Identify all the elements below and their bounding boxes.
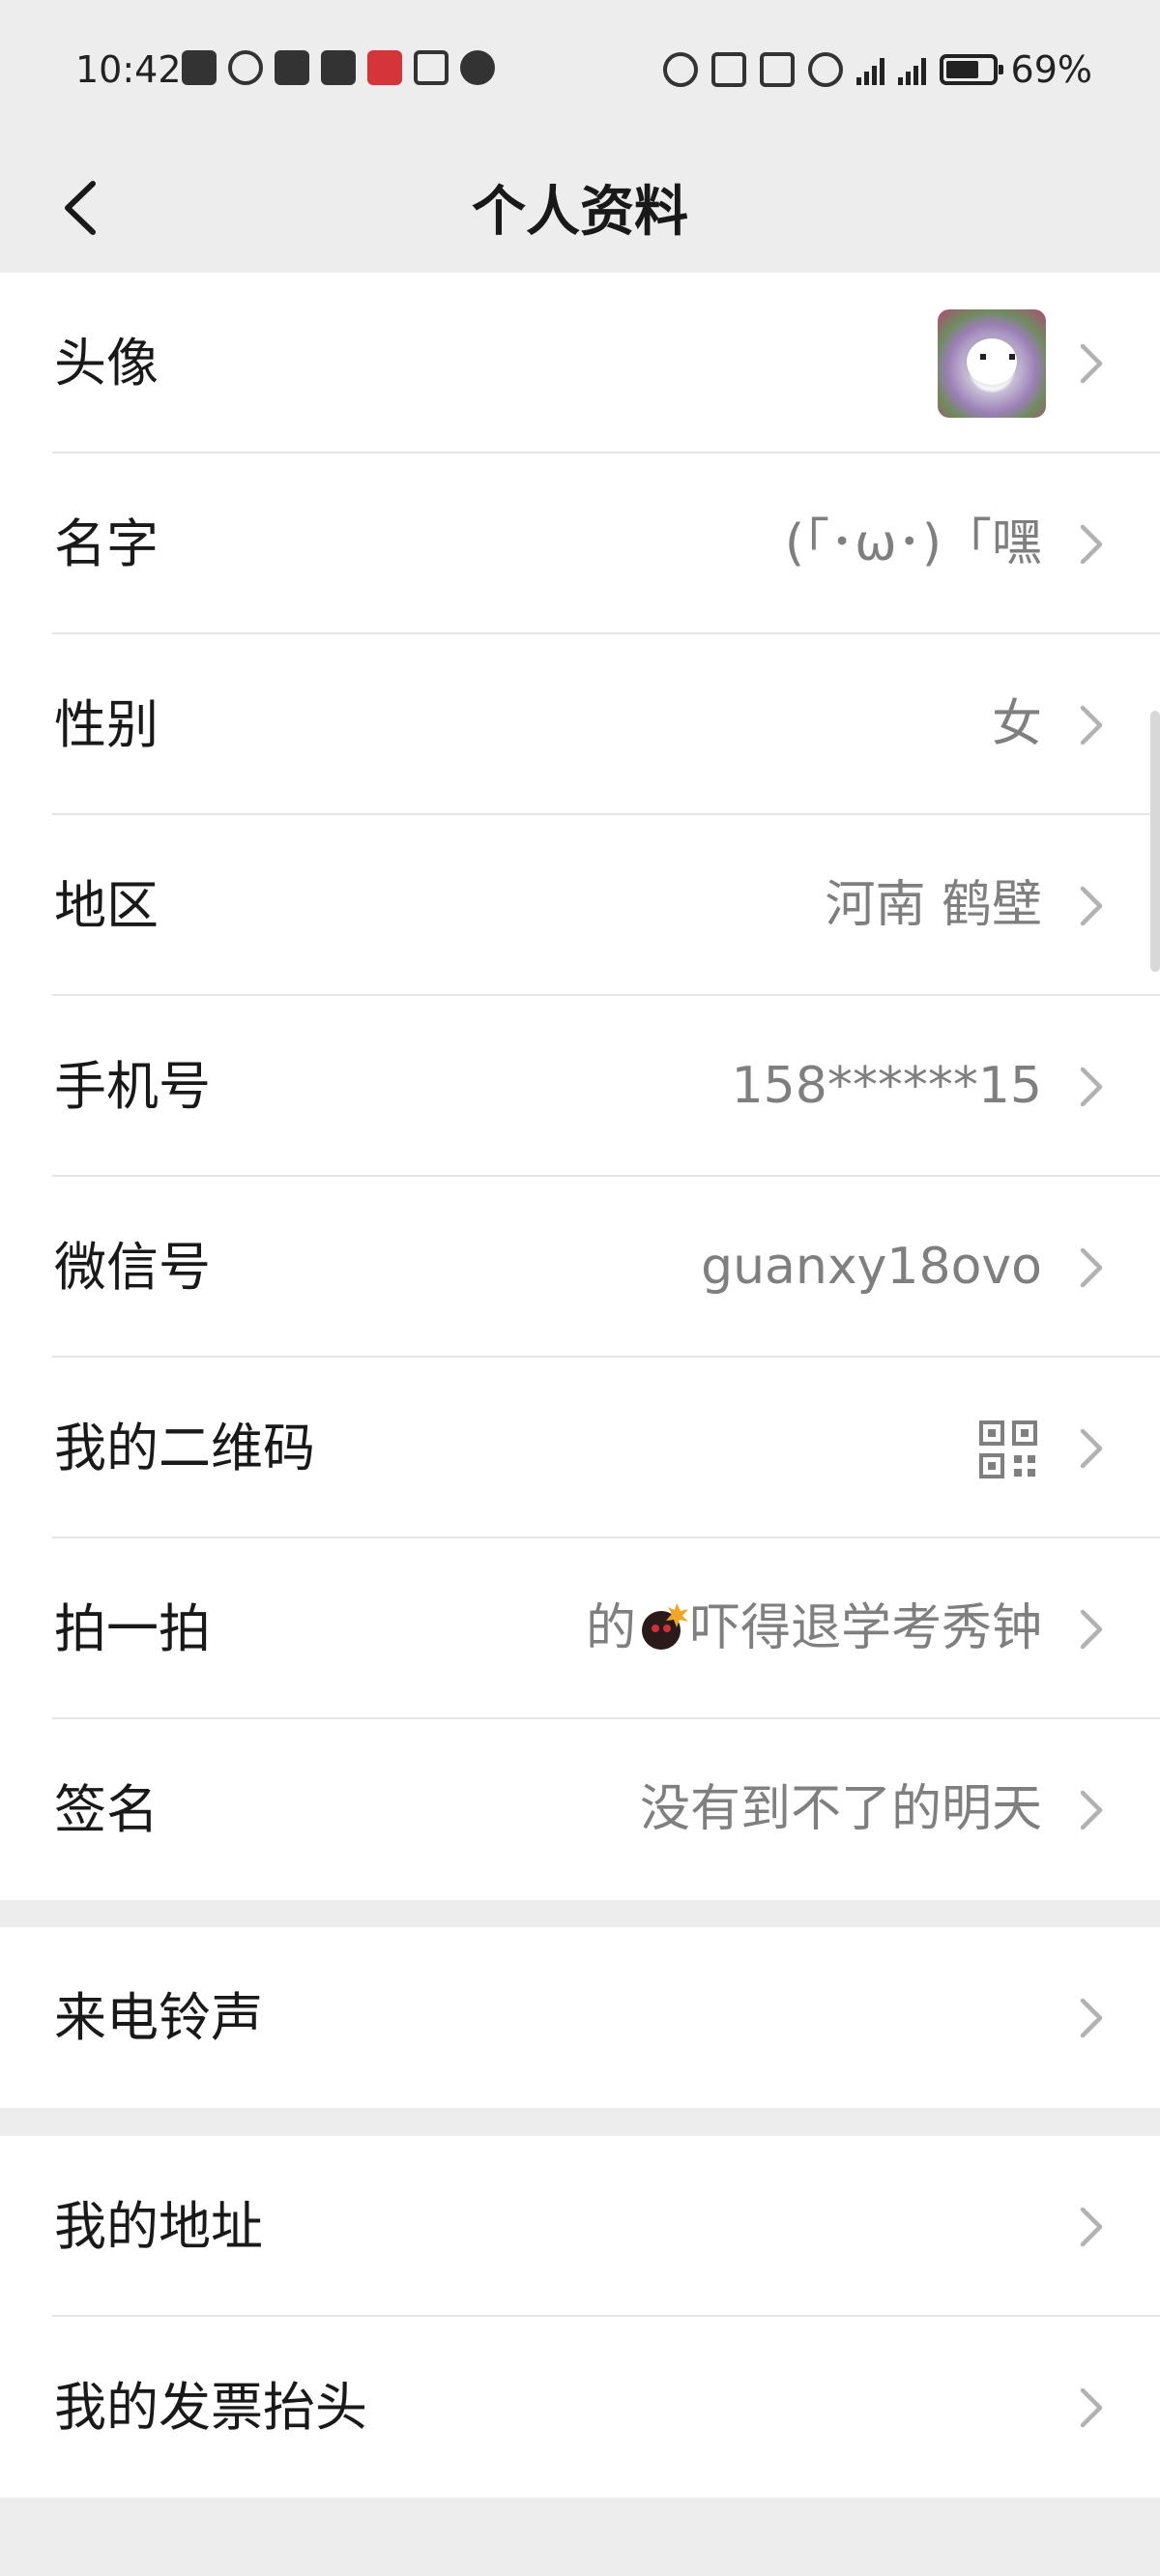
row-label: 拍一拍 <box>54 1598 211 1659</box>
row-label: 微信号 <box>54 1237 211 1298</box>
signal-icon-1 <box>856 54 884 85</box>
row-label: 我的发票抬头 <box>54 2377 367 2438</box>
pat-value: 的 吓得退学考秀钟 <box>586 1538 1042 1719</box>
row-wechat-id[interactable]: 微信号 guanxy18ovo <box>0 1177 1160 1358</box>
battery-percent: 69% <box>1010 48 1092 91</box>
status-time: 10:42 <box>75 48 182 91</box>
notification-icons <box>182 50 495 85</box>
pat-value-prefix: 的 <box>585 1599 636 1657</box>
signature-value: 没有到不了的明天 <box>639 1780 1042 1838</box>
chevron-right-icon <box>1077 1787 1106 1833</box>
chevron-right-icon <box>1077 2204 1106 2250</box>
cast-icon <box>182 50 217 85</box>
nav-bar: 个人资料 <box>0 139 1160 273</box>
shop-app-icon <box>414 50 449 85</box>
address-group: 我的地址 我的发票抬头 <box>0 2136 1160 2498</box>
row-gender[interactable]: 性别 女 <box>0 634 1160 815</box>
row-label: 地区 <box>54 875 159 936</box>
region-value: 河南 鹤壁 <box>825 876 1042 934</box>
chat-bubble-icon <box>460 50 495 85</box>
chevron-right-icon <box>1077 1995 1106 2041</box>
chevron-right-icon <box>1077 1606 1106 1653</box>
qr-code-icon <box>978 1420 1038 1479</box>
chevron-right-icon <box>1077 2385 1106 2431</box>
scrollbar-thumb[interactable] <box>1150 711 1160 972</box>
avatar <box>938 309 1046 418</box>
row-label: 来电铃声 <box>54 1987 263 2048</box>
row-pat[interactable]: 拍一拍 的 吓得退学考秀钟 <box>0 1538 1160 1719</box>
row-region[interactable]: 地区 河南 鹤壁 <box>0 815 1160 996</box>
battery-fill <box>945 61 978 78</box>
bank-app-icon <box>367 50 402 85</box>
chevron-right-icon <box>1077 340 1106 387</box>
wifi-icon <box>807 52 843 87</box>
row-signature[interactable]: 签名 没有到不了的明天 <box>0 1719 1160 1900</box>
profile-group: 头像 名字 (「･ω･)「嘿 性别 女 地区 河南 鹤壁 手机号 158****… <box>0 273 1160 1900</box>
chevron-right-icon <box>1077 521 1106 568</box>
nfc-icon <box>275 50 309 85</box>
status-bar: 10:42 69% <box>0 0 1160 139</box>
row-label: 名字 <box>54 513 159 574</box>
chevron-right-icon <box>1077 1425 1106 1472</box>
pat-value-suffix: 吓得退学考秀钟 <box>689 1599 1042 1657</box>
row-label: 头像 <box>54 333 159 394</box>
row-label: 签名 <box>54 1779 159 1840</box>
page-title: 个人资料 <box>472 181 688 244</box>
chevron-right-icon <box>1077 702 1106 748</box>
row-qr-code[interactable]: 我的二维码 <box>0 1358 1160 1538</box>
app-notification-icon <box>321 50 356 85</box>
bomb-icon <box>641 1603 688 1650</box>
system-icons: 69% <box>662 48 1092 91</box>
name-value: (「･ω･)「嘿 <box>784 514 1042 572</box>
alarm-icon <box>662 52 698 87</box>
row-label: 性别 <box>54 694 159 755</box>
chevron-right-icon <box>1077 1244 1106 1291</box>
chevron-right-icon <box>1077 1064 1106 1110</box>
battery-icon <box>939 54 1003 85</box>
bluetooth-icon <box>710 52 746 87</box>
row-name[interactable]: 名字 (「･ω･)「嘿 <box>0 454 1160 634</box>
wechat-id-value: guanxy18ovo <box>701 1238 1042 1296</box>
row-ringtone[interactable]: 来电铃声 <box>0 1927 1160 2108</box>
row-label: 手机号 <box>54 1056 211 1117</box>
phone-value: 158******15 <box>731 1057 1042 1115</box>
row-avatar[interactable]: 头像 <box>0 273 1160 454</box>
mute-icon <box>759 52 795 87</box>
row-my-address[interactable]: 我的地址 <box>0 2136 1160 2317</box>
row-label: 我的地址 <box>54 2196 263 2257</box>
signal-icon-2 <box>897 54 926 85</box>
gender-value: 女 <box>991 695 1042 753</box>
ringtone-group: 来电铃声 <box>0 1927 1160 2108</box>
row-invoice-title[interactable]: 我的发票抬头 <box>0 2317 1160 2498</box>
row-label: 我的二维码 <box>54 1418 315 1478</box>
chevron-right-icon <box>1077 883 1106 929</box>
eye-icon <box>228 50 263 85</box>
row-phone[interactable]: 手机号 158******15 <box>0 996 1160 1177</box>
